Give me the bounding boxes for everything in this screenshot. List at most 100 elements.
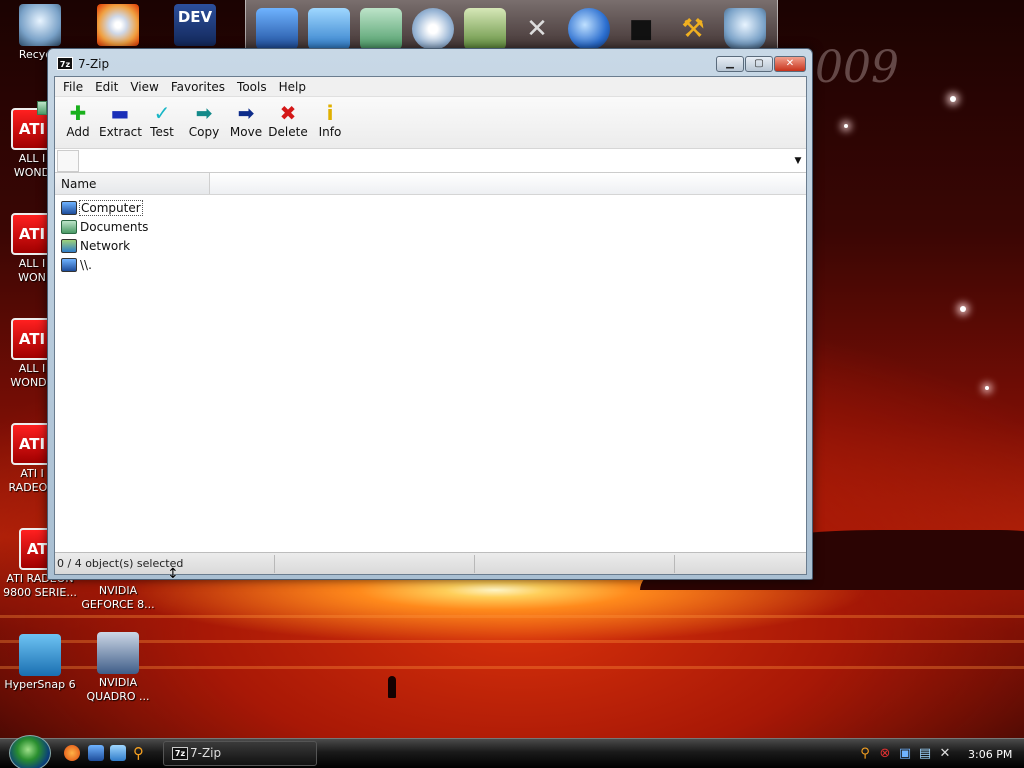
menu-edit[interactable]: Edit	[89, 80, 124, 94]
list-item-label: Network	[80, 238, 131, 253]
add-icon: ✚	[69, 101, 87, 125]
extract-label: Extract	[99, 125, 142, 139]
window-title: 7-Zip	[78, 57, 110, 71]
show-desktop-icon[interactable]	[88, 745, 104, 761]
info-icon: i	[326, 101, 334, 125]
disc-icon[interactable]	[412, 7, 454, 50]
hammer-icon[interactable]: ⚒	[672, 8, 714, 50]
folder-icon[interactable]	[360, 7, 402, 50]
computer-icon[interactable]	[308, 7, 350, 50]
minimize-button[interactable]: ▁	[716, 56, 744, 72]
desktop-icon-label: NVIDIA QUADRO ...	[86, 676, 150, 703]
desktop-icon-label: HyperSnap 6	[4, 678, 76, 691]
volume-muted-icon[interactable]: ✕	[938, 747, 952, 761]
maximize-button[interactable]: ▢	[745, 56, 773, 72]
list-item[interactable]: Documents	[55, 217, 806, 236]
hypersnap-icon	[19, 634, 61, 676]
star	[985, 386, 989, 390]
search-icon[interactable]: ⚲	[133, 745, 149, 761]
unc-path-icon	[61, 257, 77, 272]
copy-button[interactable]: ➡ Copy	[183, 101, 225, 139]
close-button[interactable]: ✕	[774, 56, 806, 72]
sevenzip-app-icon: 7z	[172, 747, 188, 760]
add-button[interactable]: ✚ Add	[57, 101, 99, 139]
desktop-icon-nvidia-quadro[interactable]: NVIDIA QUADRO ...	[78, 632, 158, 704]
security-icon[interactable]: ⊗	[878, 747, 892, 761]
test-label: Test	[150, 125, 174, 139]
list-header: Name	[55, 173, 806, 195]
start-button[interactable]	[9, 735, 51, 768]
column-header-name[interactable]: Name	[55, 173, 210, 194]
search-icon[interactable]: ⚲	[858, 747, 872, 761]
menu-bar: File Edit View Favorites Tools Help	[55, 77, 806, 97]
resize-cursor-icon: ↕	[167, 566, 179, 582]
wallpaper-watermark: 009	[815, 42, 899, 93]
documents-icon	[61, 219, 77, 234]
taskbar-item-7zip[interactable]: 7z 7-Zip	[163, 741, 317, 766]
menu-file[interactable]: File	[57, 80, 89, 94]
move-button[interactable]: ➡ Move	[225, 101, 267, 139]
list-item-label: \\.	[80, 257, 92, 272]
menu-help[interactable]: Help	[273, 80, 312, 94]
sevenzip-window: 7z 7-Zip ▁ ▢ ✕ File Edit View Favorites …	[47, 48, 813, 580]
status-cell-empty	[275, 554, 475, 573]
delete-icon: ✖	[279, 101, 297, 125]
taskbar: ⚲ 7z 7-Zip ⚲ ⊗ ▣ ▤ ✕ 3:06 PM	[0, 735, 1024, 768]
recycle-bin-icon[interactable]	[724, 7, 766, 50]
list-item[interactable]: \\.	[55, 255, 806, 274]
address-bar: ▼	[55, 149, 806, 173]
network-tray-icon[interactable]: ▣	[898, 747, 912, 761]
cd-icon	[97, 4, 139, 46]
globe-icon[interactable]	[568, 7, 610, 50]
chevron-down-icon[interactable]: ▼	[790, 156, 806, 166]
firefox-icon[interactable]	[64, 745, 80, 761]
network-icon	[61, 238, 77, 253]
recycle-bin-icon	[19, 4, 61, 46]
desktop-icon-nvidia-geforce[interactable]: NVIDIA GEFORCE 8...	[78, 584, 158, 612]
tshirt-icon[interactable]: ■	[620, 8, 662, 50]
star	[844, 124, 848, 128]
status-selection: 0 / 4 object(s) selected	[55, 554, 275, 573]
desktop-icon-cd-burner[interactable]	[78, 4, 158, 48]
list-item[interactable]: Computer	[55, 198, 806, 217]
add-label: Add	[66, 125, 90, 139]
taskbar-item-label: 7-Zip	[190, 746, 222, 760]
list-item-label: Documents	[80, 219, 149, 234]
extract-icon: ▬	[110, 101, 130, 125]
list-item[interactable]: Network	[55, 236, 806, 255]
menu-favorites[interactable]: Favorites	[165, 80, 231, 94]
title-bar[interactable]: 7z 7-Zip ▁ ▢ ✕	[48, 49, 812, 77]
delete-button[interactable]: ✖ Delete	[267, 101, 309, 139]
sevenzip-app-icon[interactable]: 7z	[57, 57, 73, 70]
copy-icon: ➡	[195, 101, 213, 125]
monitor-icon[interactable]	[256, 7, 298, 50]
desktop-icon-hypersnap[interactable]: HyperSnap 6	[0, 634, 80, 692]
clock[interactable]: 3:06 PM	[968, 748, 1012, 761]
up-folder-button[interactable]	[57, 149, 79, 172]
nvidia-icon	[97, 632, 139, 674]
desktop-icon-dev-cpp[interactable]: DEV	[155, 4, 235, 48]
tools-icon[interactable]: ✕	[516, 8, 558, 50]
switch-windows-icon[interactable]	[110, 745, 126, 761]
pictures-folder-icon[interactable]	[464, 7, 506, 50]
status-cell-empty	[475, 554, 675, 573]
menu-view[interactable]: View	[124, 80, 164, 94]
extract-button[interactable]: ▬ Extract	[99, 101, 142, 139]
star	[950, 96, 956, 102]
address-folder-icon	[37, 101, 47, 115]
system-tray: ⚲ ⊗ ▣ ▤ ✕ 3:06 PM	[852, 742, 1024, 766]
sea-reflection	[0, 615, 1024, 618]
move-icon: ➡	[237, 101, 255, 125]
window-client-area: File Edit View Favorites Tools Help ✚ Ad…	[54, 76, 807, 575]
test-button[interactable]: ✓ Test	[141, 101, 183, 139]
address-input[interactable]	[85, 150, 790, 171]
dev-icon: DEV	[174, 4, 216, 46]
silhouette-figure	[388, 676, 396, 698]
toolbar: ✚ Add ▬ Extract ✓ Test ➡ Copy ➡ Move ✖ D…	[55, 97, 806, 149]
info-button[interactable]: i Info	[309, 101, 351, 139]
display-icon[interactable]: ▤	[918, 747, 932, 761]
move-label: Move	[229, 125, 263, 139]
menu-tools[interactable]: Tools	[231, 80, 273, 94]
star	[960, 306, 966, 312]
desktop-icon-label: NVIDIA GEFORCE 8...	[81, 584, 155, 611]
